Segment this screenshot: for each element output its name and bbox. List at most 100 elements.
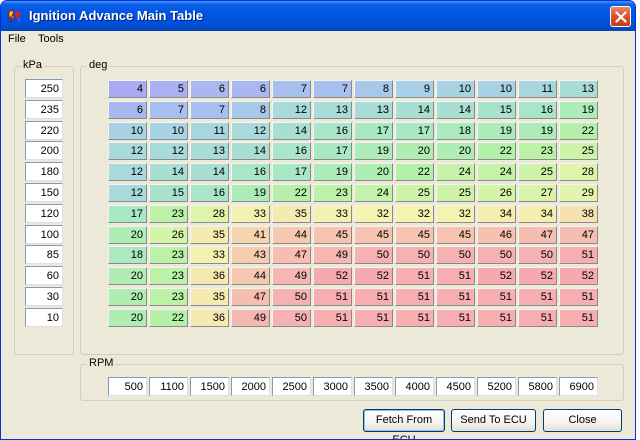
table-cell[interactable]: 25 — [518, 163, 557, 181]
table-cell[interactable]: 51 — [559, 246, 598, 264]
rpm-cell[interactable]: 2000 — [231, 377, 270, 396]
table-cell[interactable]: 5 — [149, 80, 188, 98]
rpm-cell[interactable]: 1500 — [190, 377, 229, 396]
table-cell[interactable]: 7 — [272, 80, 311, 98]
table-cell[interactable]: 52 — [313, 267, 352, 285]
table-cell[interactable]: 25 — [395, 184, 434, 202]
table-cell[interactable]: 51 — [395, 288, 434, 306]
table-cell[interactable]: 16 — [313, 122, 352, 140]
table-cell[interactable]: 41 — [231, 226, 270, 244]
table-cell[interactable]: 51 — [436, 309, 475, 327]
table-cell[interactable]: 10 — [108, 122, 147, 140]
table-cell[interactable]: 14 — [149, 163, 188, 181]
kpa-cell[interactable]: 235 — [25, 100, 63, 119]
table-cell[interactable]: 19 — [518, 122, 557, 140]
table-cell[interactable]: 24 — [436, 163, 475, 181]
kpa-cell[interactable]: 220 — [25, 121, 63, 140]
table-cell[interactable]: 51 — [477, 309, 516, 327]
table-cell[interactable]: 51 — [477, 288, 516, 306]
table-cell[interactable]: 18 — [108, 246, 147, 264]
table-cell[interactable]: 33 — [231, 205, 270, 223]
table-cell[interactable]: 50 — [272, 288, 311, 306]
table-cell[interactable]: 22 — [477, 142, 516, 160]
rpm-cell[interactable]: 2500 — [272, 377, 311, 396]
table-cell[interactable]: 16 — [272, 142, 311, 160]
table-cell[interactable]: 52 — [477, 267, 516, 285]
table-cell[interactable]: 33 — [313, 205, 352, 223]
table-cell[interactable]: 45 — [395, 226, 434, 244]
table-cell[interactable]: 13 — [313, 101, 352, 119]
table-cell[interactable]: 23 — [313, 184, 352, 202]
rpm-cell[interactable]: 3000 — [313, 377, 352, 396]
table-cell[interactable]: 17 — [108, 205, 147, 223]
table-cell[interactable]: 12 — [108, 184, 147, 202]
kpa-cell[interactable]: 250 — [25, 79, 63, 98]
table-cell[interactable]: 44 — [272, 226, 311, 244]
window-close-button[interactable] — [610, 6, 631, 27]
table-cell[interactable]: 26 — [149, 226, 188, 244]
table-cell[interactable]: 23 — [149, 246, 188, 264]
table-cell[interactable]: 20 — [354, 163, 393, 181]
table-cell[interactable]: 4 — [108, 80, 147, 98]
table-cell[interactable]: 20 — [108, 288, 147, 306]
table-cell[interactable]: 12 — [108, 142, 147, 160]
table-cell[interactable]: 51 — [354, 288, 393, 306]
table-cell[interactable]: 14 — [395, 101, 434, 119]
table-cell[interactable]: 33 — [190, 246, 229, 264]
table-cell[interactable]: 35 — [190, 288, 229, 306]
table-cell[interactable]: 51 — [559, 288, 598, 306]
table-cell[interactable]: 23 — [149, 288, 188, 306]
fetch-from-ecu-button[interactable]: Fetch From ECU — [363, 409, 445, 439]
table-cell[interactable]: 50 — [436, 246, 475, 264]
table-cell[interactable]: 52 — [559, 267, 598, 285]
table-cell[interactable]: 25 — [559, 142, 598, 160]
table-cell[interactable]: 28 — [190, 205, 229, 223]
table-cell[interactable]: 52 — [518, 267, 557, 285]
table-cell[interactable]: 45 — [313, 226, 352, 244]
table-cell[interactable]: 49 — [313, 246, 352, 264]
menu-tools[interactable]: Tools — [38, 33, 64, 45]
table-cell[interactable]: 32 — [436, 205, 475, 223]
table-cell[interactable]: 51 — [436, 267, 475, 285]
table-cell[interactable]: 46 — [477, 226, 516, 244]
table-cell[interactable]: 23 — [149, 267, 188, 285]
table-cell[interactable]: 19 — [231, 184, 270, 202]
table-cell[interactable]: 51 — [313, 309, 352, 327]
table-cell[interactable]: 18 — [436, 122, 475, 140]
table-cell[interactable]: 13 — [559, 80, 598, 98]
table-cell[interactable]: 50 — [354, 246, 393, 264]
table-cell[interactable]: 24 — [477, 163, 516, 181]
rpm-cell[interactable]: 4000 — [395, 377, 434, 396]
table-cell[interactable]: 43 — [231, 246, 270, 264]
table-cell[interactable]: 23 — [518, 142, 557, 160]
table-cell[interactable]: 16 — [231, 163, 270, 181]
rpm-cell[interactable]: 5200 — [477, 377, 516, 396]
send-to-ecu-button[interactable]: Send To ECU — [451, 409, 536, 432]
table-cell[interactable]: 34 — [477, 205, 516, 223]
table-cell[interactable]: 8 — [231, 101, 270, 119]
table-cell[interactable]: 20 — [108, 267, 147, 285]
table-cell[interactable]: 17 — [272, 163, 311, 181]
rpm-cell[interactable]: 500 — [108, 377, 147, 396]
table-cell[interactable]: 22 — [272, 184, 311, 202]
table-cell[interactable]: 15 — [477, 101, 516, 119]
table-cell[interactable]: 9 — [395, 80, 434, 98]
table-cell[interactable]: 20 — [108, 226, 147, 244]
table-cell[interactable]: 11 — [190, 122, 229, 140]
table-cell[interactable]: 14 — [231, 142, 270, 160]
table-cell[interactable]: 49 — [231, 309, 270, 327]
table-cell[interactable]: 22 — [395, 163, 434, 181]
table-cell[interactable]: 14 — [190, 163, 229, 181]
table-cell[interactable]: 27 — [518, 184, 557, 202]
table-cell[interactable]: 52 — [354, 267, 393, 285]
table-cell[interactable]: 10 — [477, 80, 516, 98]
table-cell[interactable]: 13 — [190, 142, 229, 160]
table-cell[interactable]: 51 — [354, 309, 393, 327]
table-cell[interactable]: 51 — [313, 288, 352, 306]
table-cell[interactable]: 50 — [477, 246, 516, 264]
rpm-cell[interactable]: 1100 — [149, 377, 188, 396]
table-cell[interactable]: 50 — [518, 246, 557, 264]
table-cell[interactable]: 47 — [559, 226, 598, 244]
table-cell[interactable]: 7 — [190, 101, 229, 119]
table-cell[interactable]: 19 — [477, 122, 516, 140]
